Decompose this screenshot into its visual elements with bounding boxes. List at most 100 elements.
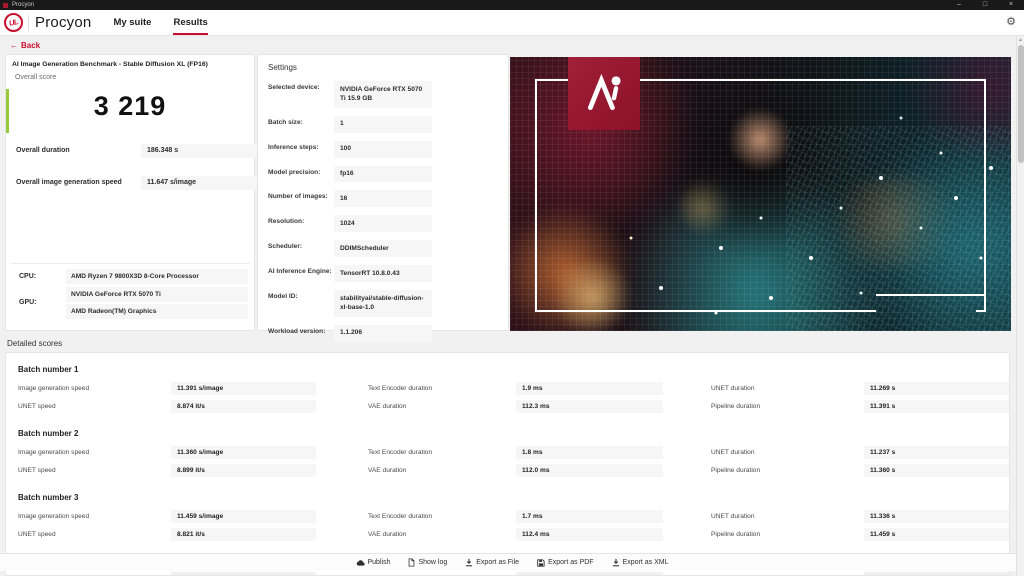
setting-value: 100 bbox=[334, 141, 432, 158]
show-log-button[interactable]: Show log bbox=[408, 558, 447, 567]
setting-label: Inference steps: bbox=[268, 141, 334, 158]
score-accent-bar bbox=[6, 89, 9, 133]
setting-label: Batch size: bbox=[268, 116, 334, 133]
ai-logo-badge bbox=[568, 57, 640, 130]
ul-logo: UL bbox=[4, 13, 23, 32]
download-icon bbox=[465, 558, 473, 567]
detail-label: Text Encoder duration bbox=[316, 513, 516, 520]
export-as-xml-button[interactable]: Export as XML bbox=[612, 558, 669, 567]
settings-row: Selected device: NVIDIA GeForce RTX 5070… bbox=[268, 81, 498, 108]
detail-row: UNET speed 8.899 it/s VAE duration 112.0… bbox=[18, 464, 997, 477]
detailed-batches: Batch number 1 Image generation speed 11… bbox=[18, 365, 997, 541]
ai-logo-icon bbox=[583, 73, 625, 115]
gear-icon[interactable]: ⚙ bbox=[1006, 17, 1016, 28]
benchmark-artwork bbox=[510, 57, 1011, 331]
metric-row-speed: Overall image generation speed 11.647 s/… bbox=[11, 176, 251, 190]
export-as-file-button[interactable]: Export as File bbox=[465, 558, 519, 567]
save-icon bbox=[537, 559, 545, 567]
app-icon bbox=[3, 3, 8, 8]
batch-section: Batch number 1 Image generation speed 11… bbox=[18, 365, 997, 413]
settings-row: Batch size: 1 bbox=[268, 116, 498, 133]
gpu-value: AMD Radeon(TM) Graphics bbox=[66, 304, 248, 319]
detail-label: Text Encoder duration bbox=[316, 385, 516, 392]
setting-value: stabilityai/stable-diffusion-xl-base-1.0 bbox=[334, 290, 432, 317]
navbar: UL Procyon My suite Results ⚙ bbox=[0, 10, 1024, 36]
frame-line bbox=[984, 79, 986, 312]
setting-value: fp16 bbox=[334, 166, 432, 183]
export-as-pdf-button[interactable]: Export as PDF bbox=[537, 559, 594, 567]
detail-label: Text Encoder duration bbox=[316, 449, 516, 456]
cpu-value: AMD Ryzen 7 9800X3D 8-Core Processor bbox=[66, 269, 248, 284]
nav-divider bbox=[28, 15, 29, 31]
cpu-label: CPU: bbox=[11, 269, 66, 284]
download-icon bbox=[612, 558, 620, 567]
metric-row-duration: Overall duration 186.348 s bbox=[11, 144, 251, 158]
close-icon[interactable]: × bbox=[998, 0, 1024, 10]
frame-line bbox=[535, 79, 537, 312]
overall-score-value: 3 219 bbox=[6, 91, 254, 122]
batch-section: Batch number 2 Image generation speed 11… bbox=[18, 429, 997, 477]
batch-title: Batch number 2 bbox=[18, 429, 997, 438]
setting-label: Number of images: bbox=[268, 190, 334, 207]
settings-row: Scheduler: DDIMScheduler bbox=[268, 240, 498, 257]
gpu-label: GPU: bbox=[11, 287, 66, 319]
metric-label: Overall duration bbox=[16, 147, 70, 154]
cloud-upload-icon bbox=[356, 559, 365, 567]
settings-card: Settings Selected device: NVIDIA GeForce… bbox=[257, 54, 509, 331]
detail-value: 8.821 it/s bbox=[171, 528, 316, 541]
scrollbar[interactable]: ▲ bbox=[1016, 36, 1024, 576]
hardware-row-gpu: GPU: NVIDIA GeForce RTX 5070 Ti AMD Rade… bbox=[11, 287, 250, 319]
overall-score-label: Overall score bbox=[15, 74, 254, 81]
settings-row: Inference steps: 100 bbox=[268, 141, 498, 158]
setting-label: AI Inference Engine: bbox=[268, 265, 334, 282]
maximize-icon[interactable]: □ bbox=[972, 0, 998, 10]
settings-title: Settings bbox=[268, 63, 498, 72]
detail-label: Image generation speed bbox=[18, 449, 171, 456]
detail-value: 11.237 s bbox=[864, 446, 1010, 459]
detail-value: 11.391 s bbox=[864, 400, 1010, 413]
back-label: Back bbox=[21, 41, 40, 50]
detail-label: UNET speed bbox=[18, 467, 171, 474]
setting-label: Selected device: bbox=[268, 81, 334, 108]
settings-rows: Selected device: NVIDIA GeForce RTX 5070… bbox=[268, 81, 498, 342]
summary-card: AI Image Generation Benchmark - Stable D… bbox=[5, 54, 255, 331]
artwork-sparkles bbox=[510, 57, 512, 59]
metric-value: 186.348 s bbox=[141, 144, 258, 158]
detail-label: Pipeline duration bbox=[663, 467, 864, 474]
brand-wordmark: Procyon bbox=[35, 14, 91, 31]
back-arrow-icon: ← bbox=[10, 41, 18, 50]
metric-value: 11.647 s/image bbox=[141, 176, 258, 190]
detail-row: UNET speed 8.874 it/s VAE duration 112.3… bbox=[18, 400, 997, 413]
detail-value: 1.8 ms bbox=[516, 446, 663, 459]
detail-label: UNET speed bbox=[18, 403, 171, 410]
settings-row: Model ID: stabilityai/stable-diffusion-x… bbox=[268, 290, 498, 317]
detail-value: 112.0 ms bbox=[516, 464, 663, 477]
tab-my-suite[interactable]: My suite bbox=[113, 10, 151, 36]
detail-label: UNET duration bbox=[663, 513, 864, 520]
frame-line bbox=[976, 310, 986, 312]
setting-value: 16 bbox=[334, 190, 432, 207]
detail-value: 8.874 it/s bbox=[171, 400, 316, 413]
detail-value: 112.4 ms bbox=[516, 528, 663, 541]
footer-button-label: Export as PDF bbox=[548, 559, 594, 566]
detail-value: 11.269 s bbox=[864, 382, 1010, 395]
detail-value: 11.336 s bbox=[864, 510, 1010, 523]
settings-row: Workload version: 1.1.206 bbox=[268, 325, 498, 342]
hardware-box: CPU: AMD Ryzen 7 9800X3D 8-Core Processo… bbox=[11, 263, 250, 325]
publish-button[interactable]: Publish bbox=[356, 559, 391, 567]
tab-results[interactable]: Results bbox=[173, 10, 207, 36]
detail-value: 11.459 s bbox=[864, 528, 1010, 541]
detail-label: UNET duration bbox=[663, 449, 864, 456]
window-titlebar: Procyon – □ × bbox=[0, 0, 1024, 10]
setting-value: TensorRT 10.8.0.43 bbox=[334, 265, 432, 282]
scroll-up-icon[interactable]: ▲ bbox=[1017, 36, 1024, 44]
detail-label: Pipeline duration bbox=[663, 403, 864, 410]
back-button[interactable]: ← Back bbox=[10, 41, 40, 50]
settings-row: Resolution: 1024 bbox=[268, 215, 498, 232]
detailed-scores-card: Batch number 1 Image generation speed 11… bbox=[5, 352, 1010, 576]
minimize-icon[interactable]: – bbox=[946, 0, 972, 10]
scrollbar-thumb[interactable] bbox=[1018, 45, 1024, 163]
detail-label: VAE duration bbox=[316, 403, 516, 410]
detail-value: 8.899 it/s bbox=[171, 464, 316, 477]
settings-row: AI Inference Engine: TensorRT 10.8.0.43 bbox=[268, 265, 498, 282]
